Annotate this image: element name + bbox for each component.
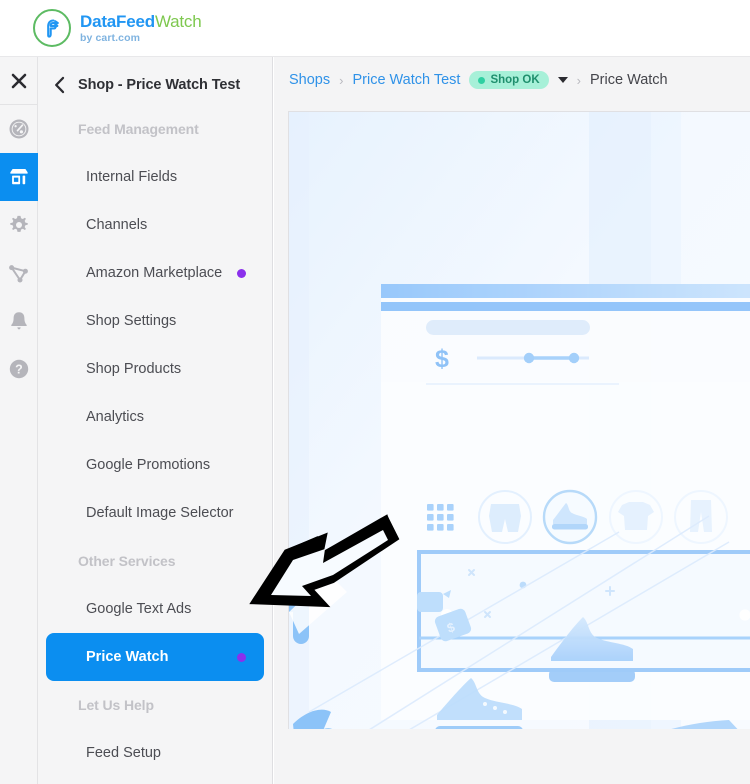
currency-symbol: $ (435, 345, 449, 373)
breadcrumb-link-shops[interactable]: Shops (289, 72, 330, 88)
status-badge[interactable]: Shop OK (469, 71, 548, 89)
status-dot-icon (478, 77, 485, 84)
status-dot-badge (237, 269, 246, 278)
sidebar-section-feed-management: Feed Management (38, 105, 272, 153)
breadcrumb-separator: › (339, 73, 343, 88)
shop-store-icon[interactable] (0, 153, 38, 201)
bell-icon[interactable] (0, 297, 38, 345)
sidebar-item-analytics[interactable]: Analytics (46, 393, 264, 441)
price-watch-shop-illustration: $ (289, 112, 750, 729)
shop-sidebar: Shop - Price Watch Test Feed Management … (38, 57, 273, 784)
caret-down-icon[interactable] (558, 77, 568, 83)
status-dot-badge (237, 653, 246, 662)
sidebar-item-internal-fields[interactable]: Internal Fields (46, 153, 264, 201)
sidebar-item-shop-products[interactable]: Shop Products (46, 345, 264, 393)
help-question-icon[interactable]: ? (0, 345, 38, 393)
sidebar-section-other-services: Other Services (38, 537, 272, 585)
close-icon[interactable] (0, 57, 38, 105)
sidebar-item-label: Amazon Marketplace (86, 265, 237, 281)
chevron-left-icon[interactable] (46, 72, 72, 98)
breadcrumb-current-page: Price Watch (590, 72, 668, 88)
breadcrumb-link-shop-name[interactable]: Price Watch Test (352, 72, 460, 88)
status-badge-label: Shop OK (490, 74, 539, 86)
brand-logo[interactable]: DataFeedWatch by cart.com (33, 9, 202, 47)
sidebar-item-google-text-ads[interactable]: Google Text Ads (46, 585, 264, 633)
sidebar-item-label: Feed Setup (86, 745, 246, 761)
sidebar-item-label: Google Promotions (86, 457, 246, 473)
sidebar-item-label: Default Image Selector (86, 505, 246, 521)
sidebar-item-label: Shop Settings (86, 313, 246, 329)
breadcrumb-separator: › (577, 73, 581, 88)
sidebar-section-let-us-help: Let Us Help (38, 681, 272, 729)
app-root: DataFeedWatch by cart.com (0, 0, 750, 784)
sidebar-item-default-image-selector[interactable]: Default Image Selector (46, 489, 264, 537)
brand-tagline: by cart.com (80, 33, 202, 44)
share-network-icon[interactable] (0, 249, 38, 297)
sidebar-item-amazon-marketplace[interactable]: Amazon Marketplace (46, 249, 264, 297)
sidebar-item-channels[interactable]: Channels (46, 201, 264, 249)
top-bar: DataFeedWatch by cart.com (0, 0, 750, 57)
sidebar-item-label: Shop Products (86, 361, 246, 377)
sidebar-header: Shop - Price Watch Test (38, 65, 272, 105)
sidebar-item-shop-settings[interactable]: Shop Settings (46, 297, 264, 345)
sidebar-item-label: Price Watch (86, 649, 237, 665)
brand-name-primary: DataFeed (80, 12, 155, 31)
sidebar-title: Shop - Price Watch Test (78, 77, 240, 93)
icon-rail: ? (0, 57, 38, 784)
brand-name-secondary: Watch (155, 12, 202, 31)
sidebar-item-feed-setup[interactable]: Feed Setup (46, 729, 264, 777)
brand-name: DataFeedWatch (80, 13, 202, 30)
circle-f-logo-icon (33, 9, 71, 47)
sidebar-item-label: Internal Fields (86, 169, 246, 185)
sidebar-item-label: Analytics (86, 409, 246, 425)
sidebar-item-price-watch[interactable]: Price Watch (46, 633, 264, 681)
price-watch-illustration-card: $ (288, 111, 750, 729)
sidebar-item-label: Channels (86, 217, 246, 233)
main-content: Shops › Price Watch Test Shop OK › Price… (274, 57, 750, 784)
breadcrumb: Shops › Price Watch Test Shop OK › Price… (274, 57, 750, 103)
sidebar-item-google-promotions[interactable]: Google Promotions (46, 441, 264, 489)
dashboard-gauge-icon[interactable] (0, 105, 38, 153)
gear-icon[interactable] (0, 201, 38, 249)
sidebar-item-label: Google Text Ads (86, 601, 246, 617)
svg-text:?: ? (15, 363, 23, 377)
